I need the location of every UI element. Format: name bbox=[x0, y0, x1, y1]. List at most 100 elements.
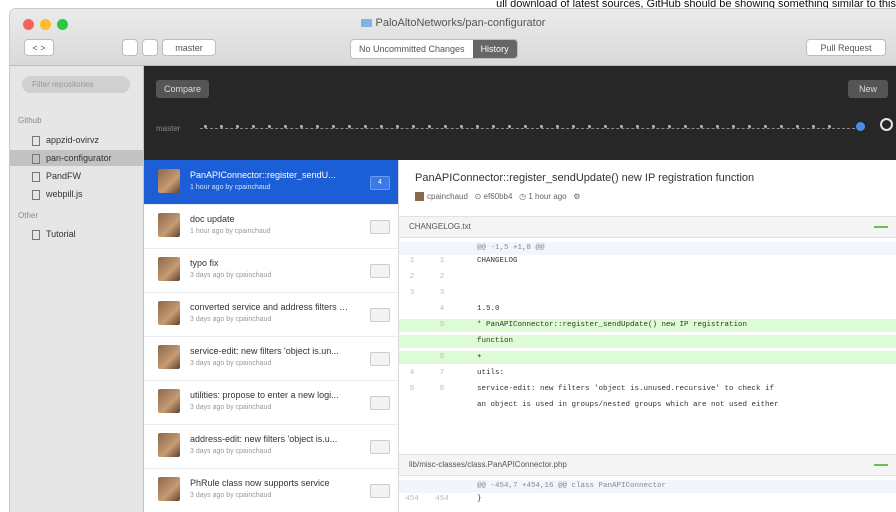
timeline-commit-dot[interactable] bbox=[716, 125, 719, 128]
timeline-commit-dot[interactable] bbox=[700, 125, 703, 128]
timeline-commit-dot[interactable] bbox=[284, 125, 287, 128]
timeline-commit-dot[interactable] bbox=[316, 125, 319, 128]
timeline-commit-dot[interactable] bbox=[636, 125, 639, 128]
file-header[interactable]: CHANGELOG.txt bbox=[399, 216, 896, 238]
gear-icon[interactable]: ⚙ bbox=[573, 192, 580, 201]
commit-sync-badge[interactable] bbox=[370, 308, 390, 322]
sidebar-item-repo[interactable]: appzid-ovirvz bbox=[10, 132, 143, 148]
filter-repositories-input[interactable]: Filter repositories bbox=[22, 76, 130, 93]
commit-sync-badge[interactable] bbox=[370, 352, 390, 366]
head-commit-dot[interactable] bbox=[856, 122, 865, 131]
old-line-number: 2 bbox=[409, 273, 415, 281]
timeline-commit-dot[interactable] bbox=[764, 125, 767, 128]
timeline-commit-dot[interactable] bbox=[540, 125, 543, 128]
commit-row[interactable]: PhRule class now supports service 3 days … bbox=[144, 468, 398, 512]
file-header[interactable]: lib/misc-classes/class.PanAPIConnector.p… bbox=[399, 454, 896, 476]
commit-row-meta: 3 days ago by cpainchaud bbox=[190, 492, 272, 499]
timeline-commit-dot[interactable] bbox=[428, 125, 431, 128]
sidebar-item-repo[interactable]: webpill.js bbox=[10, 186, 143, 202]
commit-row[interactable]: PanAPIConnector::register_sendU... 1 hour… bbox=[144, 160, 398, 205]
timeline-commit-dot[interactable] bbox=[348, 125, 351, 128]
timeline-commit-dot[interactable] bbox=[332, 125, 335, 128]
timeline-commit-dot[interactable] bbox=[396, 125, 399, 128]
tab-uncommitted[interactable]: No Uncommitted Changes bbox=[351, 40, 473, 58]
diff-line: 6 + bbox=[399, 351, 896, 364]
timeline-commit-dot[interactable] bbox=[668, 125, 671, 128]
sidebar-section-other: Other bbox=[18, 211, 39, 220]
tab-history[interactable]: History bbox=[472, 40, 517, 58]
sidebar-item-repo[interactable]: Tutorial bbox=[10, 226, 143, 242]
commit-row[interactable]: utilities: propose to enter a new logi..… bbox=[144, 380, 398, 425]
commit-row[interactable]: address-edit: new filters 'object is.u..… bbox=[144, 424, 398, 469]
new-line-number: 1 bbox=[439, 257, 445, 265]
commit-row[interactable]: typo fix 3 days ago by cpainchaud bbox=[144, 248, 398, 293]
commit-row[interactable]: converted service and address filters to… bbox=[144, 292, 398, 337]
timeline-commit-dot[interactable] bbox=[828, 125, 831, 128]
avatar bbox=[158, 477, 180, 501]
timeline-commit-dot[interactable] bbox=[732, 125, 735, 128]
timeline-commit-dot[interactable] bbox=[444, 125, 447, 128]
clock-icon: ◷ bbox=[519, 192, 527, 201]
commit-author: cpainchaud bbox=[427, 192, 468, 201]
commit-sync-badge[interactable] bbox=[370, 220, 390, 234]
timeline-commit-dot[interactable] bbox=[204, 125, 207, 128]
old-line-number: 3 bbox=[409, 289, 415, 297]
sidebar-item-repo[interactable]: pan-configurator bbox=[10, 150, 143, 166]
timeline-commit-dot[interactable] bbox=[620, 125, 623, 128]
history-graph: Compare New master bbox=[144, 66, 896, 160]
timeline-commit-dot[interactable] bbox=[524, 125, 527, 128]
new-line-number: 7 bbox=[439, 369, 445, 377]
branch-icon[interactable] bbox=[142, 39, 158, 56]
timeline-commit-dot[interactable] bbox=[476, 125, 479, 128]
commit-row[interactable]: service-edit: new filters 'object is.un.… bbox=[144, 336, 398, 381]
compare-button[interactable]: Compare bbox=[156, 80, 210, 98]
timeline-commit-dot[interactable] bbox=[812, 125, 815, 128]
new-branch-button[interactable]: New bbox=[848, 80, 888, 98]
avatar bbox=[158, 301, 180, 325]
timeline-commit-dot[interactable] bbox=[364, 125, 367, 128]
avatar bbox=[158, 433, 180, 457]
timeline-commit-dot[interactable] bbox=[252, 125, 255, 128]
commit-sync-badge[interactable] bbox=[370, 264, 390, 278]
timeline-commit-dot[interactable] bbox=[236, 125, 239, 128]
timeline-commit-dot[interactable] bbox=[652, 125, 655, 128]
timeline-commit-dot[interactable] bbox=[604, 125, 607, 128]
timeline-commit-dot[interactable] bbox=[780, 125, 783, 128]
commit-row-meta: 1 hour ago by cpainchaud bbox=[190, 184, 271, 191]
commit-time: 1 hour ago bbox=[528, 192, 567, 201]
commit-sync-badge[interactable] bbox=[370, 440, 390, 454]
timeline-commit-dot[interactable] bbox=[684, 125, 687, 128]
timeline-commit-dot[interactable] bbox=[220, 125, 223, 128]
diff-line: an object is used in groups/nested group… bbox=[399, 399, 896, 412]
commit-row[interactable]: doc update 1 hour ago by cpainchaud bbox=[144, 204, 398, 249]
timeline-commit-dot[interactable] bbox=[380, 125, 383, 128]
timeline-commit-dot[interactable] bbox=[300, 125, 303, 128]
timeline-commit-dot[interactable] bbox=[412, 125, 415, 128]
diff-line: 5 * PanAPIConnector::register_sendUpdate(… bbox=[399, 319, 896, 332]
uncommitted-ring-icon[interactable] bbox=[880, 118, 893, 131]
timeline-commit-dot[interactable] bbox=[268, 125, 271, 128]
pull-request-button[interactable]: Pull Request bbox=[806, 39, 886, 56]
timeline-commit-dot[interactable] bbox=[796, 125, 799, 128]
commit-sync-badge[interactable]: 4 bbox=[370, 176, 390, 190]
timeline-commit-dot[interactable] bbox=[492, 125, 495, 128]
sidebar-toggle-icon[interactable] bbox=[122, 39, 138, 56]
timeline-commit-dot[interactable] bbox=[460, 125, 463, 128]
timeline-commit-dot[interactable] bbox=[572, 125, 575, 128]
sidebar-item-repo[interactable]: PandFW bbox=[10, 168, 143, 184]
timeline-commit-dot[interactable] bbox=[588, 125, 591, 128]
repo-icon bbox=[32, 171, 40, 182]
diff-line: 33 bbox=[399, 287, 896, 300]
title-bar: PaloAltoNetworks/pan-configurator < > ma… bbox=[10, 9, 896, 66]
diff-line-text: utils: bbox=[477, 369, 505, 377]
commit-sync-badge[interactable] bbox=[370, 484, 390, 498]
old-line-number: 5 bbox=[409, 385, 415, 393]
branch-select[interactable]: master bbox=[162, 39, 216, 56]
timeline-commit-dot[interactable] bbox=[748, 125, 751, 128]
timeline-commit-dot[interactable] bbox=[556, 125, 559, 128]
commit-sha[interactable]: ef60bb4 bbox=[484, 192, 513, 201]
back-forward-button[interactable]: < > bbox=[24, 39, 54, 56]
new-line-number: 8 bbox=[439, 385, 445, 393]
commit-sync-badge[interactable] bbox=[370, 396, 390, 410]
timeline-commit-dot[interactable] bbox=[508, 125, 511, 128]
